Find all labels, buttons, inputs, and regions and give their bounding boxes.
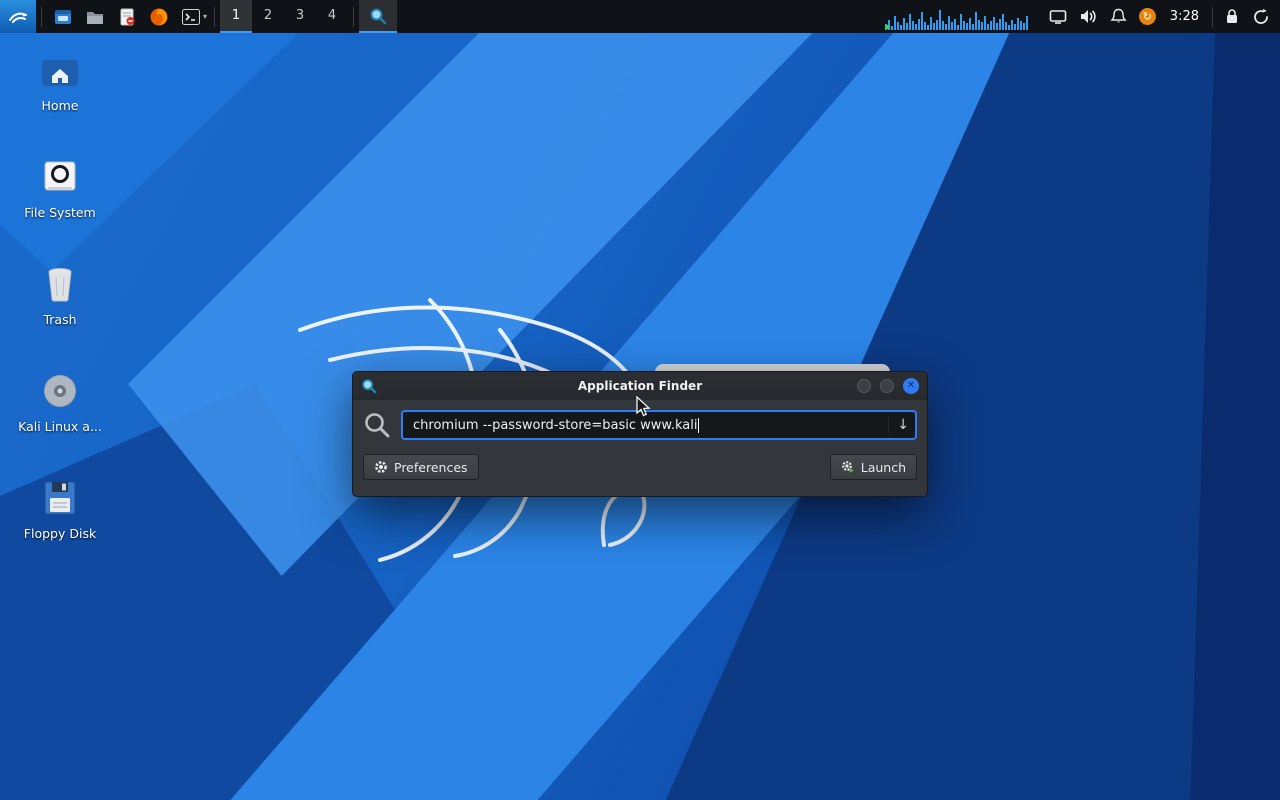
file-manager-icon bbox=[53, 7, 73, 27]
workspace-button-3[interactable]: 3 bbox=[284, 0, 316, 33]
notifications-tray-icon[interactable] bbox=[1104, 0, 1133, 33]
cdrom-icon bbox=[41, 369, 79, 413]
minimize-button[interactable] bbox=[857, 379, 871, 393]
panel-spacer bbox=[397, 0, 883, 33]
system-run-icon bbox=[841, 460, 855, 474]
cpu-graph-bars bbox=[885, 10, 1031, 30]
applications-menu-button[interactable] bbox=[0, 0, 36, 33]
firefox-launcher[interactable] bbox=[143, 0, 175, 33]
panel-clock[interactable]: 3:28 bbox=[1162, 0, 1207, 33]
search-input[interactable]: chromium --password-store=basic www.kali… bbox=[401, 410, 917, 440]
lock-tray-icon[interactable] bbox=[1218, 0, 1246, 33]
floppy-icon bbox=[42, 476, 78, 520]
file-manager-launcher[interactable] bbox=[47, 0, 79, 33]
preferences-button-label: Preferences bbox=[394, 460, 468, 475]
cpu-graph-indicator bbox=[885, 25, 889, 29]
launch-button-label: Launch bbox=[861, 460, 906, 475]
terminal-launcher[interactable] bbox=[175, 0, 201, 33]
close-button[interactable]: ✕ bbox=[903, 378, 919, 394]
updates-icon: ↻ bbox=[1139, 8, 1156, 25]
panel-separator bbox=[353, 7, 354, 27]
desktop-icon-home[interactable]: Home bbox=[12, 48, 108, 124]
desktop-icon-label: Floppy Disk bbox=[24, 526, 96, 541]
logout-tray-icon[interactable] bbox=[1246, 0, 1280, 33]
taskbar-application-finder[interactable] bbox=[359, 0, 397, 33]
desktop-icon-label: Trash bbox=[43, 312, 76, 327]
terminal-dropdown-chevron[interactable]: ▾ bbox=[201, 0, 209, 33]
search-input-value: chromium --password-store=basic www.kali bbox=[413, 418, 697, 433]
volume-tray-icon[interactable] bbox=[1073, 0, 1104, 33]
application-finder-window: Application Finder ✕ chromium --password… bbox=[352, 371, 928, 497]
firefox-icon bbox=[149, 7, 169, 27]
trash-icon bbox=[42, 262, 78, 306]
updates-tray-icon[interactable]: ↻ bbox=[1133, 0, 1162, 33]
home-icon bbox=[39, 48, 81, 92]
desktop-icon-kali-linux[interactable]: Kali Linux a... bbox=[12, 369, 108, 445]
desktop-icon-label: Kali Linux a... bbox=[18, 419, 102, 434]
magnifier-icon bbox=[369, 7, 387, 25]
file-system-icon bbox=[40, 155, 80, 199]
workspace-button-2[interactable]: 2 bbox=[252, 0, 284, 33]
display-icon bbox=[1049, 9, 1067, 25]
panel-separator bbox=[1212, 7, 1213, 27]
text-editor-icon bbox=[117, 7, 137, 27]
panel-separator bbox=[214, 7, 215, 27]
desktop-icon-list: Home File System Trash bbox=[12, 48, 108, 552]
speaker-icon bbox=[1079, 8, 1098, 25]
terminal-icon bbox=[181, 7, 201, 27]
combo-dropdown-arrow[interactable]: ↓ bbox=[888, 417, 909, 433]
workspace-button-1[interactable]: 1 bbox=[220, 0, 252, 33]
gear-icon bbox=[374, 460, 388, 474]
desktop-icon-file-system[interactable]: File System bbox=[12, 155, 108, 231]
launch-button[interactable]: Launch bbox=[830, 454, 917, 480]
text-caret bbox=[698, 418, 699, 433]
top-panel: ▾ 1 2 3 4 bbox=[0, 0, 1280, 33]
search-icon bbox=[363, 411, 391, 439]
logout-icon bbox=[1252, 8, 1270, 26]
desktop-icon-label: Home bbox=[42, 98, 79, 113]
panel-separator bbox=[41, 7, 42, 27]
bell-icon bbox=[1110, 8, 1127, 25]
maximize-button[interactable] bbox=[880, 379, 894, 393]
window-title: Application Finder bbox=[353, 379, 927, 393]
lock-icon bbox=[1224, 8, 1240, 25]
workspace-button-4[interactable]: 4 bbox=[316, 0, 348, 33]
screen-tray-icon[interactable] bbox=[1043, 0, 1073, 33]
text-editor-launcher[interactable] bbox=[111, 0, 143, 33]
mouse-cursor bbox=[636, 396, 652, 422]
desktop-screen: ▾ 1 2 3 4 bbox=[0, 0, 1280, 800]
preferences-button[interactable]: Preferences bbox=[363, 454, 479, 480]
kali-logo-icon bbox=[7, 6, 29, 28]
desktop-icon-floppy-disk[interactable]: Floppy Disk bbox=[12, 476, 108, 552]
desktop-icon-label: File System bbox=[24, 205, 96, 220]
folder-launcher[interactable] bbox=[79, 0, 111, 33]
cpu-graph[interactable] bbox=[883, 4, 1033, 30]
button-row: Preferences Launch bbox=[353, 446, 927, 492]
folder-icon bbox=[85, 7, 105, 27]
desktop-icon-trash[interactable]: Trash bbox=[12, 262, 108, 338]
